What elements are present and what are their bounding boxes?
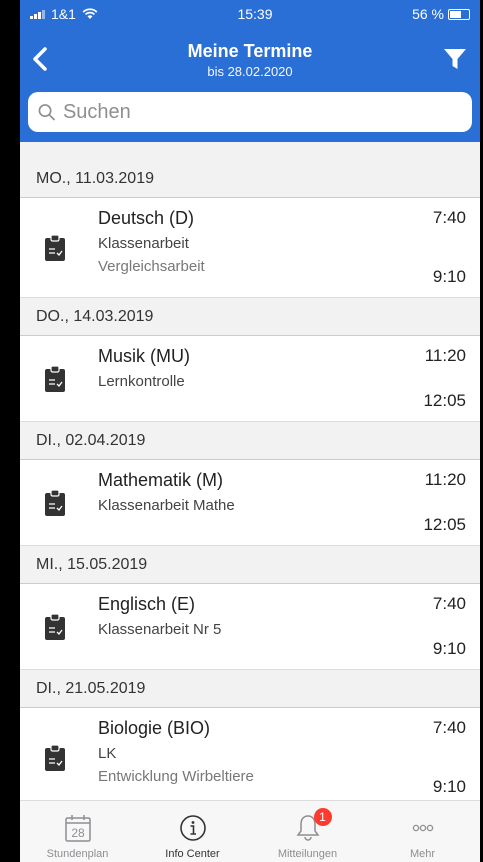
end-time: 9:10	[432, 777, 466, 796]
list-item[interactable]: Mathematik (M) Klassenarbeit Mathe 11:20…	[20, 460, 480, 546]
clipboard-icon	[45, 612, 65, 640]
search-input[interactable]	[62, 100, 462, 124]
tab-label: Info Center	[165, 848, 220, 860]
calendar-icon: 28	[64, 815, 91, 842]
tab-stundenplan[interactable]: 28 Stundenplan	[20, 801, 135, 862]
clipboard-icon	[45, 233, 65, 261]
notification-badge: 1	[313, 808, 332, 826]
phone-screen: 1&1 15:39 56 % Meine Termine bis 28.02.2…	[20, 0, 480, 862]
end-time: 9:10	[432, 639, 466, 658]
filter-icon[interactable]	[442, 46, 468, 72]
header: 1&1 15:39 56 % Meine Termine bis 28.02.2…	[20, 0, 480, 142]
page-subtitle: bis 28.02.2020	[207, 64, 293, 79]
end-time: 12:05	[423, 391, 466, 410]
search-icon	[38, 104, 55, 121]
page-title: Meine Termine	[187, 41, 313, 61]
end-time: 9:10	[432, 267, 466, 286]
section-header-date: MO., 11.03.2019	[20, 160, 480, 198]
list-item[interactable]: Musik (MU) Lernkontrolle 11:20 12:05	[20, 336, 480, 422]
start-time: 11:20	[424, 346, 466, 365]
back-chevron-icon[interactable]	[28, 46, 54, 72]
type-label: Lernkontrolle	[98, 373, 185, 390]
description-label: Entwicklung Wirbeltiere	[98, 768, 254, 785]
wifi-icon	[82, 8, 98, 19]
more-icon	[412, 824, 433, 832]
start-time: 7:40	[432, 208, 466, 227]
search-bar[interactable]	[28, 92, 472, 132]
list-item[interactable]: Englisch (E) Klassenarbeit Nr 5 7:40 9:1…	[20, 584, 480, 670]
list-item[interactable]: Biologie (BIO) LK Entwicklung Wirbeltier…	[20, 708, 480, 800]
appointments-list[interactable]: MO., 11.03.2019 Deutsch (D) Klassenarbei…	[20, 160, 480, 800]
nav-bar: Meine Termine bis 28.02.2020	[20, 28, 480, 92]
battery-percent: 56 %	[412, 6, 444, 22]
battery-icon	[447, 8, 470, 20]
type-label: Klassenarbeit Mathe	[98, 497, 235, 514]
list-item[interactable]: Deutsch (D) Klassenarbeit Vergleichsarbe…	[20, 198, 480, 298]
subject-label: Biologie (BIO)	[98, 718, 211, 738]
signal-icon	[30, 9, 45, 19]
status-time: 15:39	[237, 6, 273, 22]
start-time: 11:20	[424, 470, 466, 489]
type-label: Klassenarbeit	[98, 235, 189, 252]
tab-bar: 28 Stundenplan Info Center 1 Mitteilunge…	[20, 800, 480, 862]
subject-label: Englisch (E)	[98, 594, 196, 614]
subject-label: Mathematik (M)	[98, 470, 224, 490]
tab-mehr[interactable]: Mehr	[365, 801, 480, 862]
tab-info-center[interactable]: Info Center	[135, 801, 250, 862]
tab-label: Mehr	[409, 848, 436, 860]
section-header-date: MI., 15.05.2019	[20, 546, 480, 584]
info-icon	[179, 815, 206, 841]
tab-mitteilungen[interactable]: 1 Mitteilungen	[250, 801, 365, 862]
carrier-label: 1&1	[51, 6, 76, 22]
description-label: Vergleichsarbeit	[98, 258, 205, 275]
clipboard-icon	[45, 364, 65, 392]
type-label: Klassenarbeit Nr 5	[98, 621, 222, 638]
subject-label: Musik (MU)	[98, 346, 190, 366]
start-time: 7:40	[432, 594, 466, 613]
section-header-date: DI., 21.05.2019	[20, 670, 480, 708]
section-header-date: DO., 14.03.2019	[20, 298, 480, 336]
type-label: LK	[98, 745, 117, 762]
clipboard-icon	[45, 488, 65, 516]
start-time: 7:40	[432, 718, 466, 737]
tab-label: Mitteilungen	[277, 848, 338, 860]
end-time: 12:05	[423, 515, 466, 534]
tab-label: Stundenplan	[46, 848, 109, 860]
calendar-day-label: 28	[71, 826, 85, 840]
subject-label: Deutsch (D)	[98, 208, 195, 228]
clipboard-icon	[45, 743, 65, 771]
section-header-date: DI., 02.04.2019	[20, 422, 480, 460]
status-bar: 1&1 15:39 56 %	[20, 0, 480, 28]
